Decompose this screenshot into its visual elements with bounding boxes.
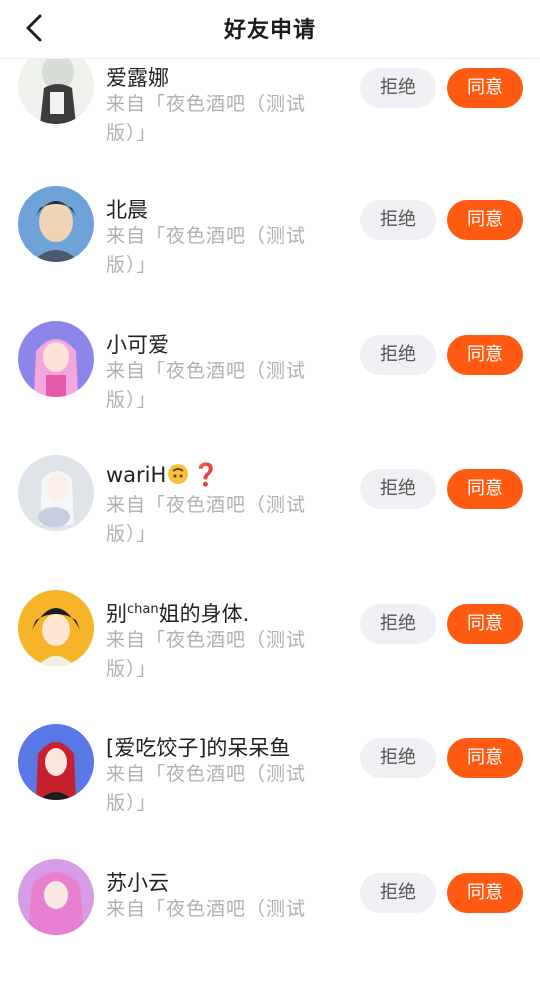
reject-button[interactable]: 拒绝	[360, 68, 436, 108]
list-item: 小可爱 来自「夜色酒吧（测试版）」 拒绝 同意	[0, 327, 540, 462]
requester-name: [爱吃饺子]的呆呆鱼	[106, 732, 290, 762]
reject-button[interactable]: 拒绝	[360, 738, 436, 778]
request-source: 来自「夜色酒吧（测试	[106, 895, 311, 924]
requester-name: 别chan姐的身体.	[106, 598, 249, 628]
avatar[interactable]	[18, 186, 94, 262]
requester-name-text: wariH	[106, 463, 166, 487]
avatar[interactable]	[18, 724, 94, 800]
top-bar: 好友申请	[0, 0, 540, 59]
reject-button[interactable]: 拒绝	[360, 604, 436, 644]
avatar[interactable]	[18, 321, 94, 397]
requester-name: wariH ❓	[106, 463, 220, 488]
agree-button[interactable]: 同意	[447, 738, 523, 778]
agree-button[interactable]: 同意	[447, 873, 523, 913]
request-source: 来自「夜色酒吧（测试版）」	[106, 90, 311, 148]
avatar[interactable]	[18, 48, 94, 124]
list-item: 北晨 来自「夜色酒吧（测试版）」 拒绝 同意	[0, 192, 540, 327]
page-title: 好友申请	[0, 12, 540, 44]
avatar[interactable]	[18, 859, 94, 935]
list-item: 别chan姐的身体. 来自「夜色酒吧（测试版）」 拒绝 同意	[0, 596, 540, 731]
request-list: 爱露娜 来自「夜色酒吧（测试版）」 拒绝 同意 北晨 来自「夜色酒吧（测试版）」…	[0, 58, 540, 999]
agree-button[interactable]: 同意	[447, 200, 523, 240]
list-item: wariH ❓ 来自「夜色酒吧（测试版）」 拒绝 同意	[0, 461, 540, 596]
upside-down-face-icon	[168, 464, 188, 484]
request-source: 来自「夜色酒吧（测试版）」	[106, 626, 311, 684]
request-source: 来自「夜色酒吧（测试版）」	[106, 357, 311, 415]
agree-button[interactable]: 同意	[447, 604, 523, 644]
requester-name: 苏小云	[106, 867, 169, 897]
agree-button[interactable]: 同意	[447, 68, 523, 108]
avatar[interactable]	[18, 455, 94, 531]
request-source: 来自「夜色酒吧（测试版）」	[106, 491, 311, 549]
reject-button[interactable]: 拒绝	[360, 335, 436, 375]
reject-button[interactable]: 拒绝	[360, 469, 436, 509]
request-source: 来自「夜色酒吧（测试版）」	[106, 760, 311, 818]
avatar[interactable]	[18, 590, 94, 666]
agree-button[interactable]: 同意	[447, 335, 523, 375]
list-item: [爱吃饺子]的呆呆鱼 来自「夜色酒吧（测试版）」 拒绝 同意	[0, 730, 540, 865]
request-source: 来自「夜色酒吧（测试版）」	[106, 222, 311, 280]
question-mark-icon: ❓	[192, 463, 219, 488]
requester-name: 小可爱	[106, 329, 169, 359]
reject-button[interactable]: 拒绝	[360, 200, 436, 240]
reject-button[interactable]: 拒绝	[360, 873, 436, 913]
agree-button[interactable]: 同意	[447, 469, 523, 509]
requester-name: 爱露娜	[106, 62, 169, 92]
list-item: 苏小云 来自「夜色酒吧（测试 拒绝 同意	[0, 865, 540, 999]
list-item: 爱露娜 来自「夜色酒吧（测试版）」 拒绝 同意	[0, 58, 540, 192]
requester-name: 北晨	[106, 194, 148, 224]
